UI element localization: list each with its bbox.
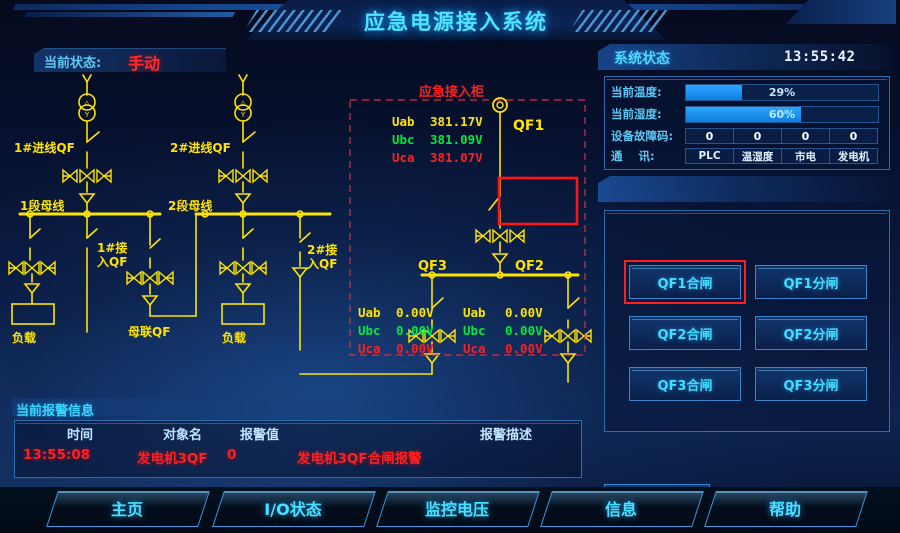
label-load-2: 负载 bbox=[222, 330, 246, 345]
temperature-value: 29% bbox=[768, 85, 796, 99]
fault-code-cells: 0000 bbox=[685, 128, 878, 144]
v-top-uab-value: 381.17V bbox=[430, 114, 483, 129]
humidity-value: 60% bbox=[768, 107, 796, 121]
table-row[interactable]: 13:55:08 发电机3QF 0 发电机3QF合闸报警 bbox=[15, 447, 581, 471]
right-panel: 系统状态 13:55:42 当前温度: 29% 当前湿度: 60% 设备故障码:… bbox=[596, 40, 896, 514]
comm-cell-PLC: PLC bbox=[685, 148, 734, 164]
alarm-table-header: 时间 对象名 报警值 报警描述 bbox=[15, 424, 581, 446]
system-status-box: 当前温度: 29% 当前湿度: 60% 设备故障码: 0000 通 讯: PLC… bbox=[604, 76, 890, 170]
alarm-table: 时间 对象名 报警值 报警描述 13:55:08 发电机3QF 0 发电机3QF… bbox=[14, 420, 582, 478]
bottom-nav: 主页 I/O状态 监控电压 信息 帮助 bbox=[0, 487, 900, 533]
app-header: 应急电源接入系统 bbox=[0, 0, 900, 42]
svg-text:△: △ bbox=[240, 99, 246, 107]
v-top-uab-label: Uab bbox=[392, 114, 415, 129]
label-access-qf-1b: 入QF bbox=[97, 255, 127, 269]
comm-cells: PLC 温湿度 市电 发电机 bbox=[685, 148, 878, 164]
temperature-bar: 29% bbox=[685, 83, 879, 101]
v-qf2-ubc-label: Ubc bbox=[463, 323, 486, 338]
single-line-diagram: △ Y △ Y 1#进线QF 2#进线QF 1段母线 2段母线 1#接 入QF … bbox=[8, 74, 592, 383]
page-title: 应急电源接入系统 bbox=[364, 10, 548, 34]
button-qf2-open[interactable]: QF2分闸 bbox=[755, 316, 867, 350]
v-qf3-ubc-value: 0.00V bbox=[396, 323, 434, 338]
label-access-qf-2b: 入QF bbox=[307, 257, 337, 271]
svg-text:Y: Y bbox=[84, 111, 90, 119]
v-top-uca-value: 381.07V bbox=[430, 150, 483, 165]
temperature-label: 当前温度: bbox=[611, 85, 662, 99]
comm-cell-市电: 市电 bbox=[781, 148, 830, 164]
label-cabinet: 应急接入柜 bbox=[419, 84, 484, 100]
v-top-ubc-label: Ubc bbox=[392, 132, 415, 147]
comm-cell-温湿度: 温湿度 bbox=[733, 148, 782, 164]
label-qf1: QF1 bbox=[513, 118, 544, 134]
button-qf2-close[interactable]: QF2合闸 bbox=[629, 316, 741, 350]
svg-text:Y: Y bbox=[240, 111, 246, 119]
label-access-qf-1: 1#接 bbox=[97, 240, 127, 255]
fault-code-cell-3: 0 bbox=[781, 128, 830, 144]
alarm-cell-time: 13:55:08 bbox=[23, 447, 91, 463]
system-status-title: 系统状态 bbox=[614, 51, 670, 67]
nav-button-home-bg[interactable] bbox=[46, 491, 210, 527]
v-qf3-uab-value: 0.00V bbox=[396, 305, 434, 320]
v-qf3-uca-label: Uca bbox=[358, 341, 381, 356]
alarm-col-object: 对象名 bbox=[163, 428, 203, 443]
fault-code-label: 设备故障码: bbox=[611, 129, 674, 143]
secondary-banner bbox=[598, 176, 892, 202]
nav-button-voltage-bg[interactable] bbox=[376, 491, 540, 527]
svg-text:△: △ bbox=[84, 99, 90, 107]
fault-code-row: 设备故障码: 0000 bbox=[611, 126, 878, 146]
system-clock: 13:55:42 bbox=[784, 49, 856, 65]
button-qf1-open[interactable]: QF1分闸 bbox=[755, 265, 867, 299]
temperature-row: 当前温度: 29% bbox=[611, 82, 879, 102]
v-qf3-ubc-label: Ubc bbox=[358, 323, 381, 338]
alarm-col-time: 时间 bbox=[67, 428, 94, 443]
cabinet-source-inner-icon bbox=[496, 101, 504, 109]
alarm-col-desc: 报警描述 bbox=[480, 428, 533, 443]
alarm-section-title: 当前报警信息 bbox=[16, 404, 95, 419]
label-incoming-1: 1#进线QF bbox=[14, 140, 75, 155]
comm-cell-发电机: 发电机 bbox=[829, 148, 878, 164]
header-decor-bar-secondary bbox=[24, 12, 236, 17]
label-load-1: 负载 bbox=[12, 330, 36, 345]
label-bus-2: 2段母线 bbox=[168, 198, 212, 213]
fault-code-cell-4: 0 bbox=[829, 128, 878, 144]
button-qf1-close[interactable]: QF1合闸 bbox=[624, 260, 746, 304]
alarm-col-value: 报警值 bbox=[240, 428, 280, 443]
v-qf3-uca-value: 0.00V bbox=[396, 341, 434, 356]
v-qf2-uca-label: Uca bbox=[463, 341, 486, 356]
humidity-row: 当前湿度: 60% bbox=[611, 104, 879, 124]
humidity-bar: 60% bbox=[685, 105, 879, 123]
label-qf3: QF3 bbox=[418, 259, 447, 274]
v-qf2-uab-label: Uab bbox=[463, 305, 486, 320]
alarm-cell-value: 0 bbox=[227, 447, 237, 463]
comm-label: 通 讯: bbox=[611, 149, 655, 163]
v-qf2-uca-value: 0.00V bbox=[505, 341, 543, 356]
v-top-uca-label: Uca bbox=[392, 150, 415, 165]
label-qf2: QF2 bbox=[515, 259, 544, 274]
nav-button-info-bg[interactable] bbox=[540, 491, 704, 527]
fault-code-cell-2: 0 bbox=[733, 128, 782, 144]
nav-button-io-bg[interactable] bbox=[212, 491, 376, 527]
alarm-cell-object: 发电机3QF bbox=[137, 451, 208, 467]
humidity-label: 当前湿度: bbox=[611, 107, 662, 121]
alarm-cell-desc: 发电机3QF合闸报警 bbox=[297, 451, 422, 467]
fault-code-cell-1: 0 bbox=[685, 128, 734, 144]
label-bus-1: 1段母线 bbox=[20, 198, 64, 213]
breaker-control-box: QF1合闸 QF1分闸 QF2合闸 QF2分闸 QF3合闸 QF3分闸 bbox=[604, 210, 890, 432]
v-qf2-uab-value: 0.00V bbox=[505, 305, 543, 320]
label-incoming-2: 2#进线QF bbox=[170, 140, 231, 155]
qf1-highlight-box bbox=[497, 176, 579, 226]
button-qf3-close[interactable]: QF3合闸 bbox=[629, 367, 741, 401]
v-qf2-ubc-value: 0.00V bbox=[505, 323, 543, 338]
nav-button-help-bg[interactable] bbox=[704, 491, 868, 527]
app-screen: 应急电源接入系统 当前状态: 手动 △ Y △ Y 1#进线QF 2#进线QF … bbox=[0, 0, 900, 533]
v-top-ubc-value: 381.09V bbox=[430, 132, 483, 147]
v-qf3-uab-label: Uab bbox=[358, 305, 381, 320]
button-qf3-open[interactable]: QF3分闸 bbox=[755, 367, 867, 401]
alarm-title-backdrop bbox=[12, 398, 572, 416]
current-status-label: 当前状态: bbox=[44, 56, 102, 71]
label-access-qf-2: 2#接 bbox=[307, 242, 337, 257]
comm-row: 通 讯: PLC 温湿度 市电 发电机 bbox=[611, 146, 878, 166]
label-tie-qf: 母联QF bbox=[128, 325, 170, 339]
